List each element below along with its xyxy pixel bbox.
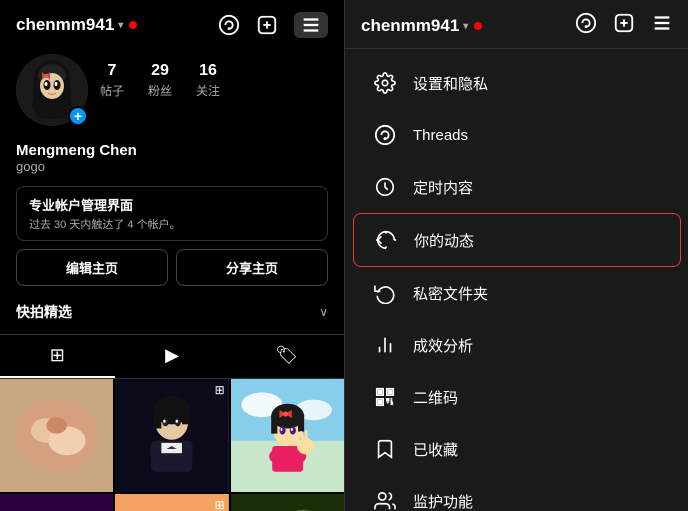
left-panel: chenmm941 ▾	[0, 0, 344, 511]
right-header: chenmm941 ▾	[345, 0, 688, 49]
qr-icon	[373, 385, 397, 409]
menu-item-saved[interactable]: 已收藏	[353, 423, 681, 475]
posts-count: 7	[108, 62, 117, 80]
image-grid: ⊞	[0, 379, 344, 511]
right-dropdown-icon: ▾	[463, 21, 468, 32]
profile-section: + 7 帖子 29 粉丝 16 关注	[0, 46, 344, 134]
content-tabs: ⊞ ▶ 🏷	[0, 334, 344, 379]
menu-item-scheduled[interactable]: 定时内容	[353, 161, 681, 213]
avatar-container: +	[16, 54, 88, 126]
action-buttons: 编辑主页 分享主页	[16, 249, 328, 286]
supervision-icon	[373, 489, 397, 511]
menu-item-supervision[interactable]: 监护功能	[353, 475, 681, 511]
menu-item-label-archive: 私密文件夹	[413, 283, 488, 304]
promo-subtitle: 过去 30 天内触达了 4 个帐户。	[29, 216, 315, 232]
threads-icon	[373, 123, 397, 147]
grid-item-6-content	[231, 494, 344, 511]
menu-item-activity[interactable]: 你的动态	[353, 213, 681, 267]
grid-item-3[interactable]	[231, 379, 344, 492]
menu-list: 设置和隐私Threads定时内容你的动态私密文件夹成效分析二维码已收藏监护功能订…	[345, 49, 688, 511]
following-label: 关注	[196, 82, 220, 99]
grid-item-5-content	[115, 494, 228, 511]
highlights-header: 快拍精选 ∨	[16, 302, 328, 322]
right-header-icons	[575, 12, 673, 40]
settings-icon	[373, 71, 397, 95]
grid-item-6[interactable]	[231, 494, 344, 511]
activity-icon	[374, 228, 398, 252]
menu-item-label-supervision: 监护功能	[413, 491, 473, 511]
username-dropdown-icon: ▾	[118, 20, 123, 31]
menu-item-archive[interactable]: 私密文件夹	[353, 267, 681, 319]
followers-label: 粉丝	[148, 82, 172, 99]
menu-item-label-threads: Threads	[413, 127, 468, 144]
edit-profile-button[interactable]: 编辑主页	[16, 249, 168, 286]
stats-row: 7 帖子 29 粉丝 16 关注	[100, 54, 220, 99]
grid-item-5[interactable]: ⊞	[115, 494, 228, 511]
tab-grid[interactable]: ⊞	[0, 335, 115, 378]
profile-name-section: Mengmeng Chen gogo	[0, 134, 344, 178]
profile-handle: gogo	[16, 159, 328, 174]
grid-item-3-content	[231, 379, 344, 492]
menu-item-label-qr: 二维码	[413, 387, 458, 408]
following-stat: 16 关注	[196, 62, 220, 99]
followers-stat: 29 粉丝	[148, 62, 172, 99]
menu-item-qr[interactable]: 二维码	[353, 371, 681, 423]
promo-title: 专业帐户管理界面	[29, 195, 315, 214]
tagged-tab-icon: 🏷	[275, 345, 298, 366]
menu-item-label-activity: 你的动态	[414, 230, 474, 251]
right-panel: chenmm941 ▾	[345, 0, 688, 511]
posts-stat: 7 帖子	[100, 62, 124, 99]
left-username-area[interactable]: chenmm941 ▾	[16, 15, 137, 35]
right-menu-btn[interactable]	[651, 12, 673, 40]
avatar-add-button[interactable]: +	[68, 106, 88, 126]
highlights-chevron-icon: ∨	[319, 305, 328, 319]
left-header-icons	[218, 12, 328, 38]
grid-tab-icon: ⊞	[50, 345, 65, 366]
grid-item-4-content	[0, 494, 113, 511]
threads-icon-btn[interactable]	[218, 14, 240, 36]
promo-box[interactable]: 专业帐户管理界面 过去 30 天内触达了 4 个帐户。	[16, 186, 328, 241]
tab-reels[interactable]: ▶	[115, 335, 230, 378]
right-threads-btn[interactable]	[575, 12, 597, 40]
scheduled-icon	[373, 175, 397, 199]
analytics-icon	[373, 333, 397, 357]
right-username-text: chenmm941	[361, 16, 459, 36]
right-live-dot	[474, 22, 482, 30]
grid-item-4[interactable]	[0, 494, 113, 511]
saved-icon	[373, 437, 397, 461]
highlights-section: 快拍精选 ∨	[0, 294, 344, 334]
menu-item-settings[interactable]: 设置和隐私	[353, 57, 681, 109]
menu-item-threads[interactable]: Threads	[353, 109, 681, 161]
menu-item-label-saved: 已收藏	[413, 439, 458, 460]
menu-item-label-analytics: 成效分析	[413, 335, 473, 356]
grid-item-1-content	[0, 379, 113, 492]
archive-icon	[373, 281, 397, 305]
add-icon-btn[interactable]	[256, 14, 278, 36]
left-header: chenmm941 ▾	[0, 0, 344, 46]
grid-item-2-overlay: ⊞	[215, 383, 225, 397]
menu-item-analytics[interactable]: 成效分析	[353, 319, 681, 371]
menu-item-label-scheduled: 定时内容	[413, 177, 473, 198]
menu-item-label-settings: 设置和隐私	[413, 73, 488, 94]
grid-item-1[interactable]	[0, 379, 113, 492]
display-name: Mengmeng Chen	[16, 142, 328, 159]
highlights-title: 快拍精选	[16, 302, 72, 322]
right-add-btn[interactable]	[613, 12, 635, 40]
menu-icon-btn[interactable]	[294, 12, 328, 38]
right-username-area[interactable]: chenmm941 ▾	[361, 16, 482, 36]
live-indicator	[129, 21, 137, 29]
following-count: 16	[199, 62, 217, 80]
tab-tagged[interactable]: 🏷	[229, 335, 344, 378]
grid-item-2[interactable]: ⊞	[115, 379, 228, 492]
grid-item-5-overlay: ⊞	[215, 498, 225, 511]
share-profile-button[interactable]: 分享主页	[176, 249, 328, 286]
username-text: chenmm941	[16, 15, 114, 35]
posts-label: 帖子	[100, 82, 124, 99]
followers-count: 29	[151, 62, 169, 80]
reels-tab-icon: ▶	[165, 345, 179, 366]
grid-item-2-content	[115, 379, 228, 492]
